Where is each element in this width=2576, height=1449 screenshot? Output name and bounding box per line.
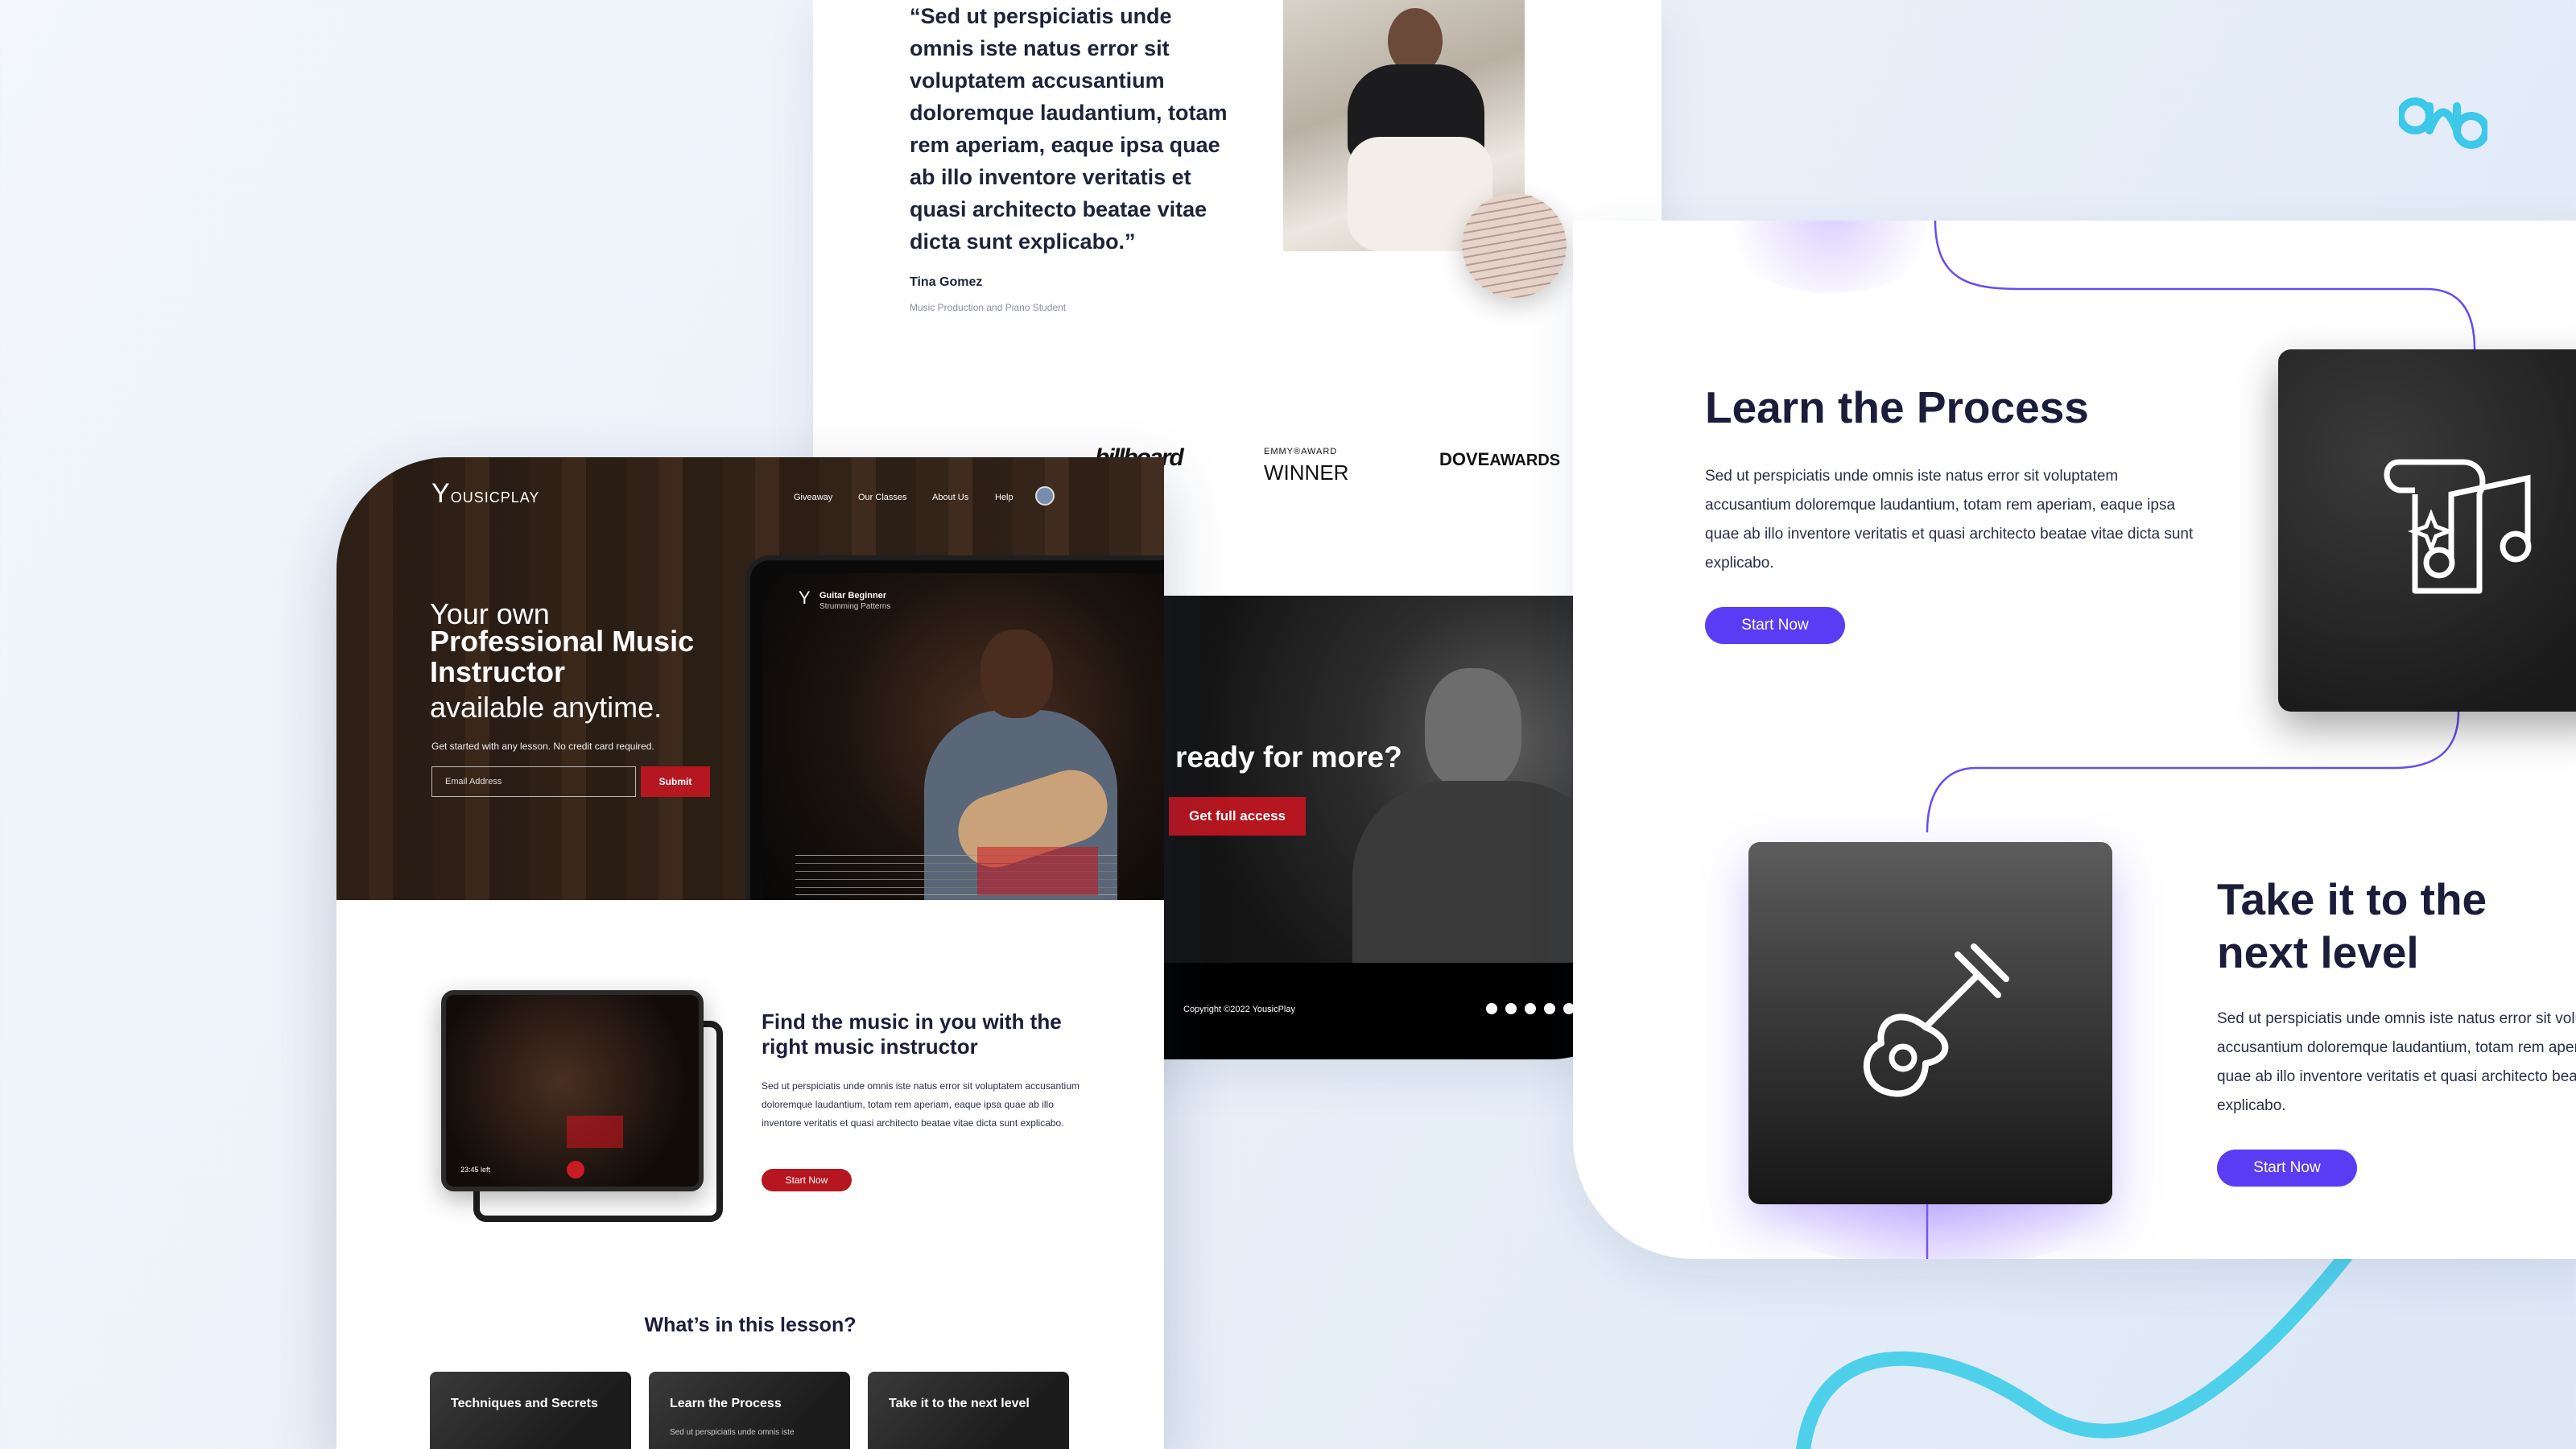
learn-start-now-button[interactable]: Start Now [1705,607,1845,644]
email-input[interactable] [431,766,636,797]
tablet-lesson-subtitle: Strumming Patterns [819,602,891,611]
lesson-card-title: Learn the Process [670,1397,782,1410]
tablet-logo: Y [799,588,811,608]
find-music-title: Find the music in you with the right mus… [762,1009,1062,1059]
learn-process-text: Sed ut perspiciatis unde omnis iste natu… [1705,468,2194,572]
lesson-heading: What’s in this lesson? [644,1314,857,1336]
get-full-access-button[interactable]: Get full access [1169,797,1306,836]
brand-logo-icon [2399,97,2487,149]
next-level-text: Sed ut perspiciatis unde omnis iste natu… [2217,1010,2576,1114]
site-logo-name: OUSICPLAY [450,489,540,506]
tablet-lesson-title: Guitar Beginner [819,591,887,601]
next-level-title: Take it to the next level [2217,874,2487,977]
nav-our-classes[interactable]: Our Classes [858,493,907,502]
copyright-text: Copyright ©2022 YousicPlay [1183,1005,1295,1014]
hero-title-line2: Professional Music Instructor [430,625,695,688]
site-logo-letter: Y [431,478,451,509]
sheet-music-image [2278,349,2576,712]
play-icon[interactable] [567,1161,584,1179]
mini-time-left: 23:45 left [460,1166,491,1174]
singer-head [1425,668,1521,789]
guitar-icon [1863,943,2009,1097]
youtube-icon[interactable] [1525,1003,1536,1014]
submit-button[interactable]: Submit [641,766,710,797]
lesson-card[interactable]: Take it to the next level [868,1372,1069,1449]
learn-process-title: Learn the Process [1705,382,2089,432]
lesson-card-text: Sed ut perspiciatis unde omnis iste [670,1428,795,1437]
facebook-icon[interactable] [1486,1003,1497,1014]
music-sheet-icon [2384,459,2532,594]
find-start-now-button[interactable]: Start Now [762,1169,852,1191]
singer-body [1352,781,1610,963]
dove-logo-suffix: AWARDS [1489,452,1561,469]
next-start-now-button[interactable]: Start Now [2217,1150,2357,1187]
emmy-logo-main: WINNER [1264,460,1349,485]
testimonial-author: Tina Gomez [910,275,983,289]
lesson-card[interactable]: Techniques and Secrets [430,1372,631,1449]
instagram-icon[interactable] [1505,1003,1517,1014]
nav-help[interactable]: Help [995,493,1013,502]
features-panel: Learn the Process Sed ut perspiciatis un… [1573,221,2576,1259]
find-music-text: Sed ut perspiciatis unde omnis iste natu… [762,1080,1080,1129]
yousicplay-homepage: YOUSICPLAY Giveaway Our Classes About Us… [336,457,1164,1449]
cta-title: ready for more? [1175,741,1402,774]
lesson-card[interactable]: Learn the Process Sed ut perspiciatis un… [649,1372,850,1449]
hero-section: YOUSICPLAY Giveaway Our Classes About Us… [336,457,1164,900]
mini-tab-highlight [567,1116,623,1148]
emmy-logo: EMMY®AWARD WINNER [1264,441,1348,483]
sheet-music-circle [1462,193,1567,298]
hero-title-line3: available anytime. [430,691,663,724]
hero-subtitle: Get started with any lesson. No credit c… [431,741,654,752]
player-head [980,630,1053,718]
testimonial-role: Music Production and Piano Student [910,302,1067,313]
nav-giveaway[interactable]: Giveaway [794,493,832,502]
concert-image [1748,842,2112,1204]
nav-about-us[interactable]: About Us [932,493,968,502]
testimonial-quote: “Sed ut perspiciatis unde omnis iste nat… [910,4,1228,254]
lesson-card-title: Techniques and Secrets [451,1397,598,1410]
dove-awards-logo: DOVEAWARDS [1439,449,1560,470]
tab-highlight [977,847,1098,895]
user-avatar[interactable] [1035,486,1055,506]
twitter-icon[interactable] [1544,1003,1555,1014]
dove-logo-prefix: DOVE [1439,449,1490,469]
tablet-screen: Y Guitar Beginner Strumming Patterns [763,573,1164,900]
site-logo[interactable]: YOUSICPLAY [431,478,539,510]
mini-tablet: 23:45 left [441,990,704,1191]
lesson-card-title: Take it to the next level [889,1397,1030,1410]
hero-tablet: Y Guitar Beginner Strumming Patterns [745,555,1164,900]
emmy-logo-top: EMMY®AWARD [1264,447,1338,456]
mini-tablet-screen [446,995,699,1187]
